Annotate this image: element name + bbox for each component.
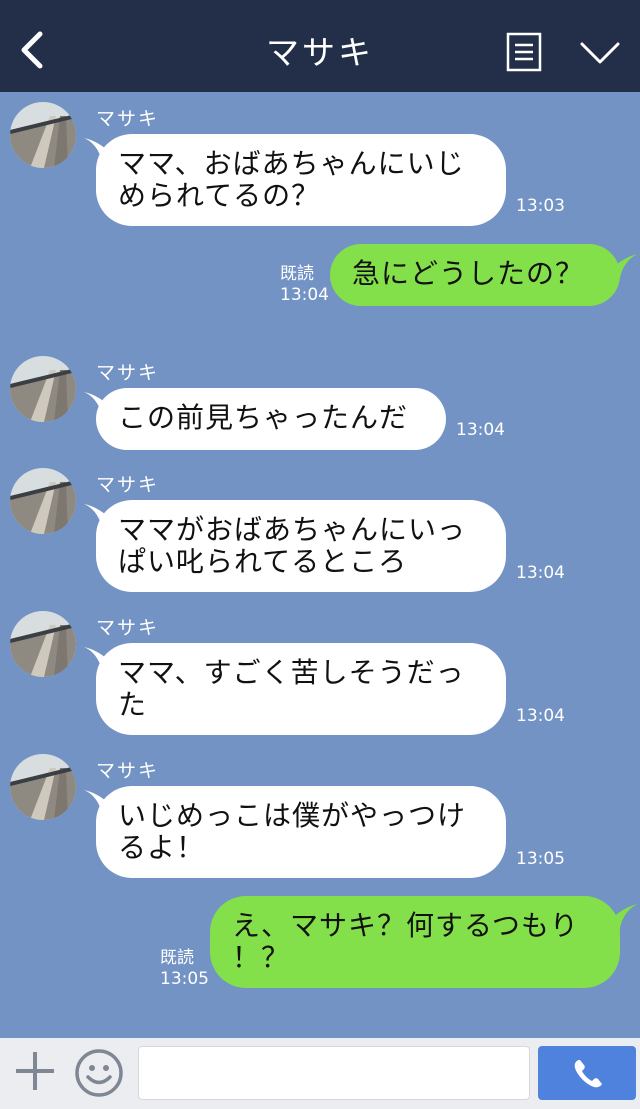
phone-icon: [574, 1060, 602, 1088]
message-bubble[interactable]: 急にどうしたの？: [330, 244, 620, 306]
message-time: 13:04: [280, 285, 329, 305]
message-line: え、マサキ？何するつもり: [232, 909, 579, 942]
message-line: ママ、おばあちゃんにいじ: [118, 147, 465, 180]
message-bubble[interactable]: え、マサキ？何するつもり ！？: [210, 896, 620, 988]
smiley-icon[interactable]: [74, 1048, 124, 1098]
message-line: ぱい叱られてるところ: [118, 545, 408, 578]
sender-name: マサキ: [96, 108, 160, 130]
chevron-down-icon[interactable]: [578, 38, 622, 68]
message-time: 13:04: [516, 563, 565, 583]
chat-title: マサキ: [266, 33, 374, 72]
message-line: ママがおばあちゃんにいっ: [118, 513, 467, 546]
chat-header: マサキ: [0, 0, 640, 92]
message-line: ！？: [232, 941, 291, 974]
call-button[interactable]: [538, 1046, 636, 1100]
message-time: 13:04: [456, 420, 505, 440]
message-time: 13:03: [516, 196, 565, 216]
message-bubble[interactable]: いじめっこは僕がやっつけ るよ！: [96, 786, 506, 878]
message-line: ママ、すごく苦しそうだっ: [118, 656, 465, 689]
message-line: いじめっこは僕がやっつけ: [118, 799, 467, 832]
message-line: るよ！: [118, 831, 206, 864]
message-bubble[interactable]: ママがおばあちゃんにいっ ぱい叱られてるところ: [96, 500, 506, 592]
avatar[interactable]: [10, 356, 76, 422]
sender-name: マサキ: [96, 617, 160, 639]
avatar[interactable]: [10, 754, 76, 820]
message-time: 13:05: [516, 849, 565, 869]
sender-name: マサキ: [96, 760, 160, 782]
avatar[interactable]: [10, 102, 76, 168]
message-line: た: [118, 688, 148, 721]
message-line: められてるの？: [118, 179, 321, 212]
sender-name: マサキ: [96, 362, 160, 384]
message-bubble[interactable]: ママ、すごく苦しそうだっ た: [96, 643, 506, 735]
plus-icon[interactable]: [12, 1048, 58, 1094]
avatar[interactable]: [10, 611, 76, 677]
read-label: 既読: [160, 948, 194, 968]
message-line: この前見ちゃったんだ: [118, 401, 409, 434]
input-bar: [0, 1038, 640, 1109]
message-time: 13:05: [160, 969, 209, 989]
read-label: 既読: [280, 264, 314, 284]
message-input[interactable]: [138, 1046, 530, 1100]
message-line: 急にどうしたの？: [352, 257, 585, 290]
read-receipt: 既読 13:04: [280, 264, 329, 306]
read-receipt: 既読 13:05: [160, 948, 209, 990]
message-list[interactable]: マサキ ママ、おばあちゃんにいじ められてるの？ 13:03 既読 13:04 …: [0, 92, 640, 1038]
message-bubble[interactable]: この前見ちゃったんだ: [96, 388, 446, 450]
avatar[interactable]: [10, 468, 76, 534]
message-bubble[interactable]: ママ、おばあちゃんにいじ められてるの？: [96, 134, 506, 226]
sender-name: マサキ: [96, 474, 160, 496]
document-menu-icon[interactable]: [506, 32, 542, 72]
message-time: 13:04: [516, 706, 565, 726]
